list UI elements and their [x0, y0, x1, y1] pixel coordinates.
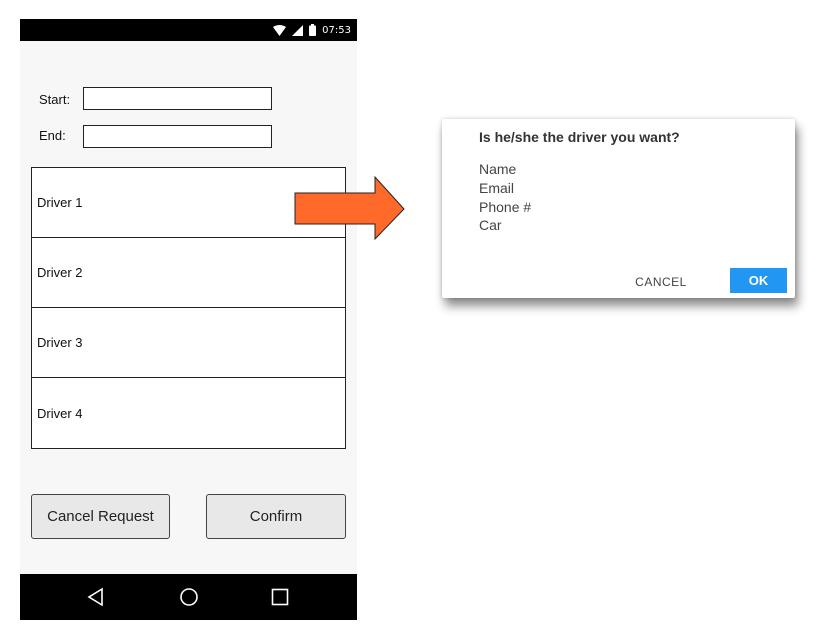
dialog-detail-email: Email — [479, 180, 515, 196]
dialog-detail-phone: Phone # — [479, 199, 532, 215]
dialog-title: Is he/she the driver you want? — [479, 129, 680, 145]
recents-icon[interactable] — [269, 586, 291, 608]
driver-confirm-dialog: Is he/she the driver you want? Name Emai… — [442, 119, 795, 298]
driver-label: Driver 3 — [37, 335, 83, 350]
confirm-button[interactable]: Confirm — [206, 494, 346, 539]
driver-label: Driver 2 — [37, 265, 83, 280]
driver-label: Driver 4 — [37, 405, 83, 421]
battery-icon — [309, 24, 317, 36]
end-label: End: — [39, 128, 66, 143]
start-input[interactable] — [83, 87, 272, 110]
dialog-detail-car: Car — [479, 217, 502, 233]
end-input[interactable] — [83, 125, 272, 148]
start-label: Start: — [39, 92, 71, 107]
phone-screen: 07:53 Start: End: Driver 1 Driver 2 Driv… — [20, 19, 357, 620]
driver-label: Driver 1 — [37, 195, 83, 210]
back-icon[interactable] — [85, 586, 107, 608]
arrow-right-icon — [294, 176, 405, 241]
driver-item-4[interactable]: Driver 4 — [32, 378, 345, 448]
cancel-request-button[interactable]: Cancel Request — [31, 494, 170, 539]
dialog-detail-name: Name — [479, 161, 517, 177]
driver-item-3[interactable]: Driver 3 — [32, 308, 345, 378]
home-icon[interactable] — [178, 586, 200, 608]
wifi-icon — [273, 24, 287, 36]
dialog-ok-button[interactable]: OK — [730, 268, 787, 293]
status-time: 07:53 — [322, 24, 351, 36]
status-bar: 07:53 — [20, 19, 357, 41]
navigation-bar — [20, 574, 357, 620]
signal-icon — [292, 24, 304, 36]
driver-item-2[interactable]: Driver 2 — [32, 238, 345, 308]
dialog-cancel-button[interactable]: CANCEL — [628, 275, 694, 289]
